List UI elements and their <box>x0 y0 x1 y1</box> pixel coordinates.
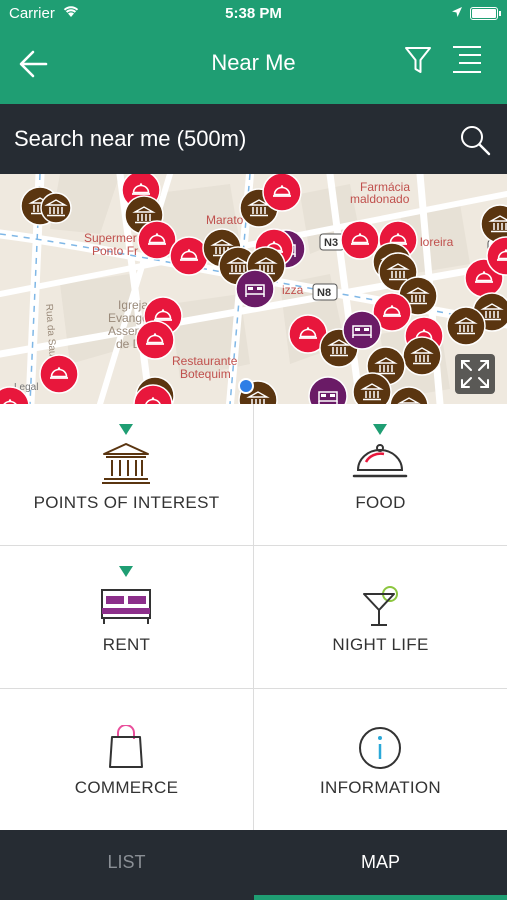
category-label: RENT <box>102 635 151 654</box>
category-points-of-interest[interactable]: POINTS OF INTEREST <box>0 404 253 546</box>
category-label: FOOD <box>355 493 406 512</box>
category-information[interactable]: INFORMATION <box>254 689 507 831</box>
location-arrow-icon <box>452 7 462 17</box>
map-view[interactable]: Farmácia maldonado Supermer Ponto Fr Mar… <box>0 174 507 404</box>
map-marker-food[interactable] <box>135 320 175 360</box>
category-label: NIGHT LIFE <box>332 635 429 654</box>
selected-indicator <box>373 424 387 435</box>
map-marker-rent[interactable] <box>342 310 382 350</box>
map-marker-poi[interactable] <box>40 192 72 224</box>
map-marker-food[interactable] <box>39 354 79 394</box>
map-marker-food[interactable] <box>340 220 380 260</box>
search-bar[interactable]: Search near me (500m) <box>0 104 507 174</box>
category-food[interactable]: FOOD <box>254 404 507 546</box>
category-night-life[interactable]: NIGHT LIFE <box>254 546 507 688</box>
map-marker-poi[interactable] <box>402 336 442 376</box>
selected-indicator <box>119 566 133 577</box>
search-label: Search near me (500m) <box>14 126 247 151</box>
category-label: POINTS OF INTEREST <box>33 493 220 512</box>
cloche-icon <box>352 444 408 478</box>
status-time: 5:38 PM <box>225 5 282 22</box>
map-label-church: Igreja <box>118 298 148 312</box>
bed-icon <box>101 589 151 624</box>
map-label-maratona: Marato <box>206 213 244 227</box>
museum-icon <box>102 443 150 484</box>
status-bar: Carrier 5:38 PM <box>0 0 507 28</box>
category-label: COMMERCE <box>74 778 179 797</box>
bottom-tab-bar: LIST MAP <box>0 830 507 900</box>
map-label-market: Supermer <box>84 231 137 245</box>
map-label-pizza: izza <box>282 283 304 297</box>
map-marker-poi[interactable] <box>446 306 486 346</box>
category-commerce[interactable]: COMMERCE <box>0 689 253 831</box>
current-location-dot <box>238 378 254 394</box>
category-rent[interactable]: RENT <box>0 546 253 688</box>
map-label-restaurant: Restaurante <box>172 354 238 368</box>
battery-icon <box>470 7 501 20</box>
navigation-bar: Near Me <box>0 28 507 104</box>
expand-map-icon[interactable] <box>455 354 495 394</box>
shopping-bag-icon <box>109 725 143 768</box>
map-marker-rent[interactable] <box>235 269 275 309</box>
map-canvas: Farmácia maldonado Supermer Ponto Fr Mar… <box>0 174 507 404</box>
map-marker-food[interactable] <box>262 174 302 212</box>
tab-map[interactable]: MAP <box>254 830 507 900</box>
map-label-florist: loreira <box>420 235 454 249</box>
map-marker-food[interactable] <box>169 236 209 276</box>
category-grid: POINTS OF INTEREST FOOD RENT NIGHT LIFE … <box>0 404 507 830</box>
cocktail-icon <box>363 586 398 626</box>
map-label-restaurant-name: Botequim <box>180 367 231 381</box>
selected-indicator <box>119 424 133 435</box>
tab-list[interactable]: LIST <box>0 830 253 900</box>
category-label: INFORMATION <box>319 778 442 797</box>
map-label-pharmacy-name: maldonado <box>350 192 410 206</box>
filter-icon[interactable] <box>403 44 433 76</box>
map-label-market-name: Ponto Fr <box>92 244 138 258</box>
map-shield-n3: N3 <box>324 237 338 249</box>
map-shield-n8: N8 <box>317 287 331 299</box>
map-marker-poi[interactable] <box>352 372 392 404</box>
menu-icon[interactable] <box>450 44 484 76</box>
search-icon[interactable] <box>459 124 491 156</box>
active-tab-indicator <box>254 895 507 900</box>
info-icon <box>359 727 401 769</box>
